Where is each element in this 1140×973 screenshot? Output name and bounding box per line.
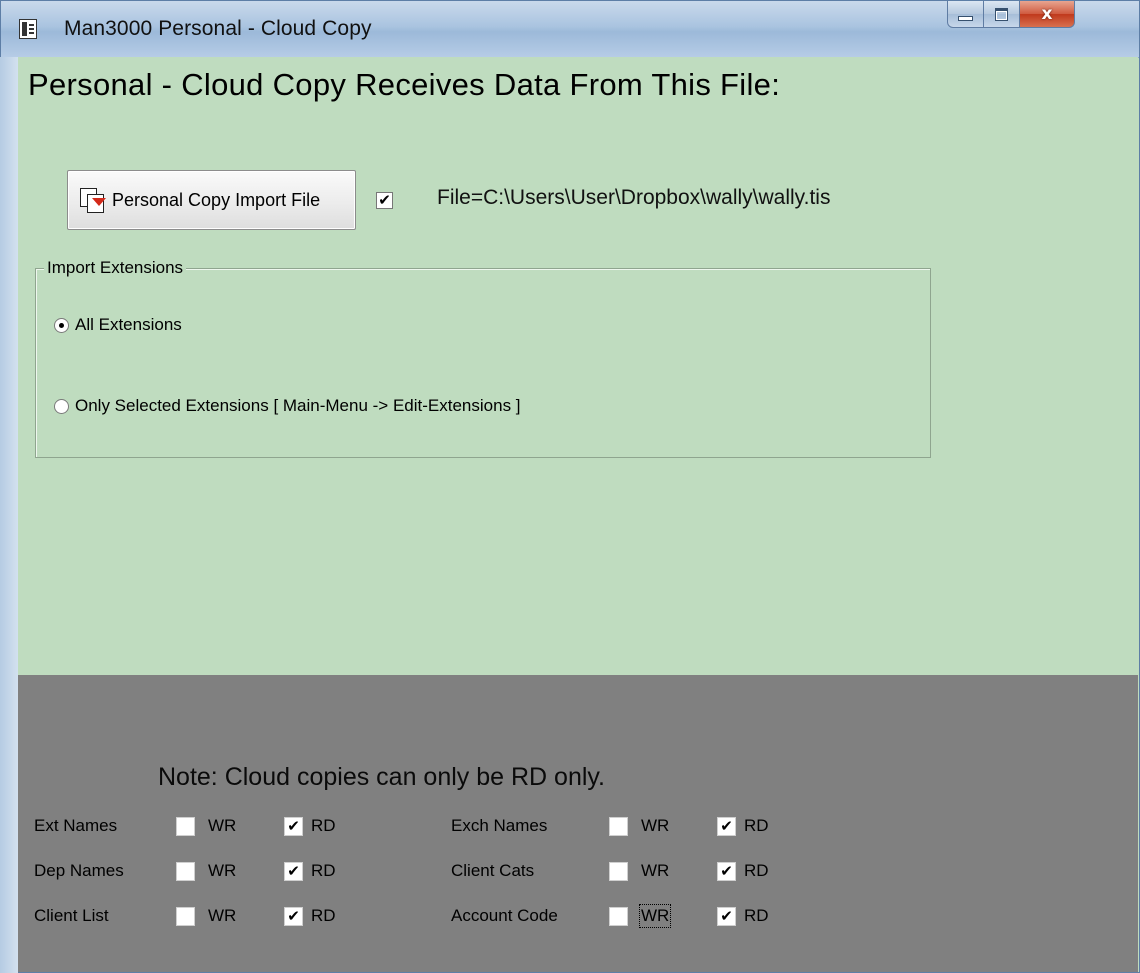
dep-names-label: Dep Names [34,861,124,880]
personal-copy-import-file-button[interactable]: Personal Copy Import File [67,170,356,230]
client-cats-wr-label[interactable]: WR [641,861,669,881]
ext-names-rd-label[interactable]: RD [311,816,336,836]
ext-names-label: Ext Names [34,816,118,835]
client-cats-rd-label[interactable]: RD [744,861,769,881]
exch-names-wr-checkbox[interactable] [609,817,628,836]
import-extensions-group [35,268,931,458]
client-cats-label: Client Cats [451,861,535,880]
account-code-label: Account Code [451,906,558,925]
maximize-button[interactable] [984,1,1020,28]
account-code-rd-label[interactable]: RD [744,906,769,926]
page-title: Personal - Cloud Copy Receives Data From… [28,67,781,102]
import-extensions-legend: Import Extensions [44,258,187,278]
dep-names-rd-checkbox[interactable]: ✔ [284,862,303,881]
exch-names-wr-label[interactable]: WR [641,816,669,836]
close-button[interactable]: x [1020,1,1075,28]
minimize-button[interactable] [947,1,984,28]
exch-names-rd-checkbox[interactable]: ✔ [717,817,736,836]
title-bar[interactable]: Man3000 Personal - Cloud Copy x [1,1,1139,58]
selected-extensions-label[interactable]: Only Selected Extensions [ Main-Menu -> … [75,396,521,416]
import-enabled-checkbox[interactable]: ✔ [376,192,393,209]
dep-names-wr-checkbox[interactable] [176,862,195,881]
client-list-wr-checkbox[interactable] [176,907,195,926]
client-list-rd-label[interactable]: RD [311,906,336,926]
window-controls: x [947,1,1075,29]
ext-names-wr-label[interactable]: WR [208,816,236,836]
minimize-icon [958,15,973,21]
window-left-edge [0,57,18,973]
import-file-icon [80,188,106,213]
all-extensions-radio[interactable] [54,318,69,333]
account-code-wr-label[interactable]: WR [638,904,672,928]
client-list-wr-label[interactable]: WR [208,906,236,926]
exch-names-label: Exch Names [451,816,548,835]
ext-names-rd-checkbox[interactable]: ✔ [284,817,303,836]
client-cats-wr-checkbox[interactable] [609,862,628,881]
file-path-label: File=C:\Users\User\Dropbox\wally\wally.t… [437,186,831,209]
app-icon[interactable] [19,19,37,39]
window-title: Man3000 Personal - Cloud Copy [64,17,372,40]
client-list-label: Client List [34,906,109,925]
account-code-wr-checkbox[interactable] [609,907,628,926]
maximize-icon [995,7,1008,21]
dep-names-rd-label[interactable]: RD [311,861,336,881]
account-code-rd-checkbox[interactable]: ✔ [717,907,736,926]
client-cats-rd-checkbox[interactable]: ✔ [717,862,736,881]
all-extensions-label[interactable]: All Extensions [75,315,182,335]
client-list-rd-checkbox[interactable]: ✔ [284,907,303,926]
import-button-label: Personal Copy Import File [112,189,321,210]
close-icon: x [1041,4,1053,24]
selected-extensions-radio[interactable] [54,399,69,414]
ext-names-wr-checkbox[interactable] [176,817,195,836]
cloud-copy-note: Note: Cloud copies can only be RD only. [158,763,605,791]
dep-names-wr-label[interactable]: WR [208,861,236,881]
exch-names-rd-label[interactable]: RD [744,816,769,836]
